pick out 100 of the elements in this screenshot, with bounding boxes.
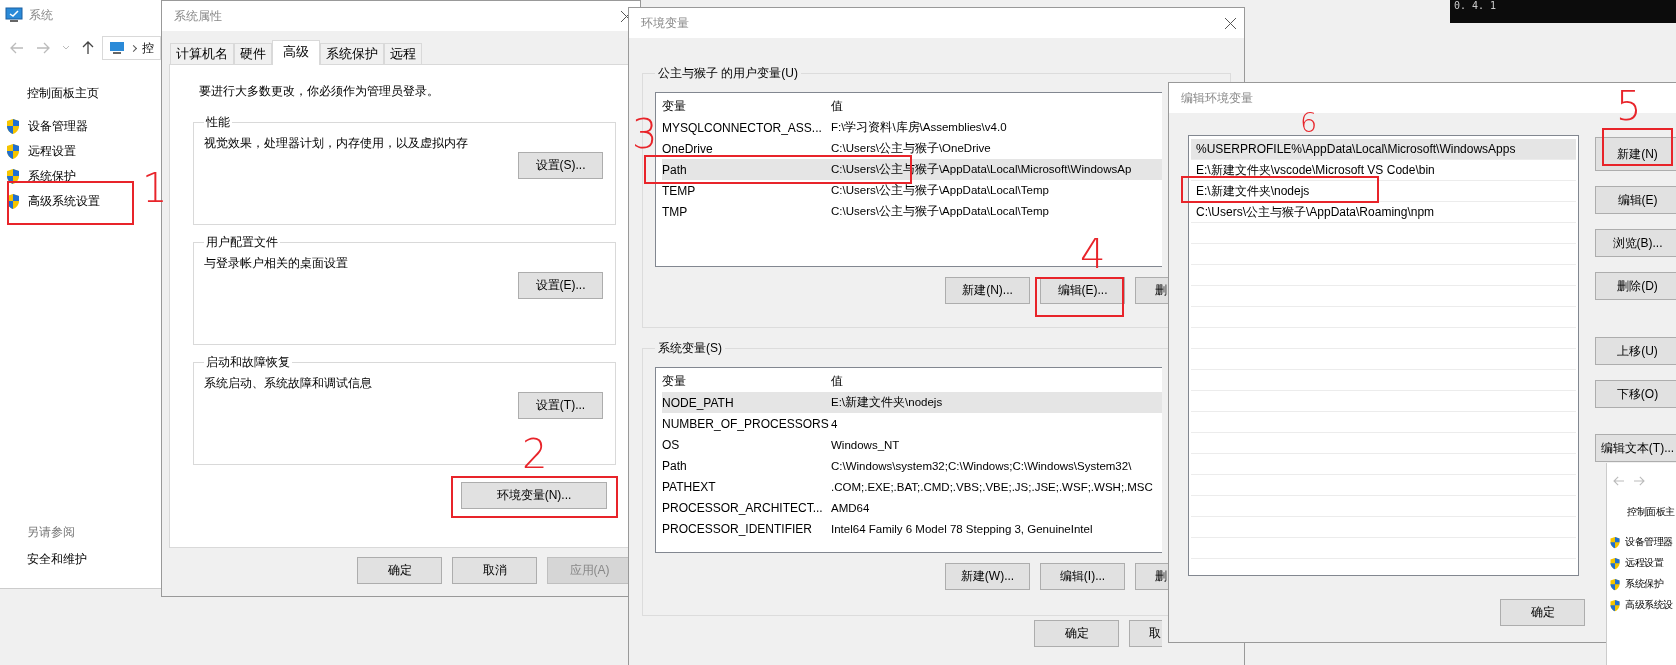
tab[interactable]: 硬件: [234, 43, 272, 64]
section-heading: 另请参阅: [27, 524, 75, 541]
settings-button[interactable]: 设置(E)...: [518, 272, 603, 299]
list-button[interactable]: 新建(N)...: [945, 277, 1030, 304]
variable-value: C:\Users\公主与猴子\AppData\Local\Temp: [831, 204, 1049, 219]
list-row[interactable]: Path C:\Windows\system32;C:\Windows;C:\Windows\System32\: [662, 455, 1162, 476]
back-arrow-icon: [1613, 476, 1625, 486]
shield-icon: [1609, 577, 1621, 591]
action-button[interactable]: 上移(U): [1595, 337, 1676, 365]
list-row[interactable]: E:\新建文件夹\nodejs: [1191, 181, 1576, 202]
variable-value: Windows_NT: [831, 438, 900, 451]
group-description: 系统启动、系统故障和调试信息: [204, 375, 372, 392]
variable-value: C:\Users\公主与猴子\OneDrive: [831, 141, 991, 156]
terminal-text: 0. 4. 1: [1454, 0, 1497, 11]
action-button[interactable]: 删除(D): [1595, 272, 1676, 300]
variable-value: Intel64 Family 6 Model 78 Stepping 3, GenuineIntel: [831, 522, 1093, 535]
shield-icon: [5, 167, 21, 185]
environment-variables-button[interactable]: 环境变量(N)...: [461, 482, 607, 509]
variable-value: C:\Users\公主与猴子\AppData\Local\Temp: [831, 183, 1049, 198]
dialog-button[interactable]: 确定: [1500, 599, 1585, 626]
group-label: 性能: [205, 114, 231, 131]
up-arrow-icon[interactable]: [82, 41, 94, 55]
column-header: 变量: [662, 372, 687, 390]
settings-button[interactable]: 设置(T)...: [518, 392, 603, 419]
dialog-button[interactable]: 确定: [357, 557, 442, 584]
action-button[interactable]: 编辑文本(T)...: [1595, 434, 1676, 462]
list-row[interactable]: PATHEXT .COM;.EXE;.BAT;.CMD;.VBS;.VBE;.JS;.JSE;.WSF;.WSH;.MSC: [662, 476, 1162, 497]
settings-button[interactable]: 设置(S)...: [518, 152, 603, 179]
variable-value: F:\学习资料\库房\Assemblies\v4.0: [831, 120, 1007, 135]
monitor-icon: [109, 41, 125, 55]
variable-name: TMP: [662, 204, 689, 219]
group-label: 用户配置文件: [205, 234, 279, 251]
shield-icon: [5, 142, 21, 160]
step-number: 4: [1080, 238, 1106, 270]
variable-value: AMD64: [831, 501, 870, 514]
shield-icon: [1609, 556, 1621, 570]
tab[interactable]: 系统保护: [320, 43, 384, 64]
variable-name: TEMP: [662, 183, 697, 198]
action-button[interactable]: 编辑(E): [1595, 186, 1676, 214]
link[interactable]: 安全和维护: [27, 551, 87, 568]
list-row[interactable]: OS Windows_NT: [662, 434, 1162, 455]
variable-name: Path: [662, 458, 688, 473]
tab[interactable]: 计算机名: [170, 43, 234, 64]
home-link[interactable]: 控制面板主页: [27, 85, 99, 102]
dialog-button[interactable]: 确定: [1034, 620, 1119, 647]
list-row[interactable]: C:\Users\公主与猴子\AppData\Roaming\npm: [1191, 202, 1576, 223]
list-row[interactable]: MYSQLCONNECTOR_ASS... F:\学习资料\库房\Assemblies\v4.0: [662, 117, 1162, 138]
tab[interactable]: 高级: [272, 40, 320, 65]
list-row[interactable]: NODE_PATH E:\新建文件夹\nodejs: [662, 392, 1162, 413]
group-label: 公主与猴子 的用户变量(U): [657, 65, 799, 82]
column-header: 值: [831, 97, 843, 115]
notice-text: 要进行大多数更改，你必须作为管理员登录。: [199, 83, 439, 100]
list-row[interactable]: OneDrive C:\Users\公主与猴子\OneDrive: [662, 138, 1162, 159]
action-button[interactable]: 新建(N): [1595, 137, 1676, 171]
list-button[interactable]: 删: [1135, 277, 1168, 304]
action-button[interactable]: 下移(O): [1595, 380, 1676, 408]
list-row[interactable]: TMP C:\Users\公主与猴子\AppData\Local\Temp: [662, 201, 1162, 222]
window-title: 环境变量: [641, 14, 689, 32]
shield-icon: [1609, 535, 1621, 549]
list-row[interactable]: PROCESSOR_ARCHITECT... AMD64: [662, 497, 1162, 518]
variable-name: NUMBER_OF_PROCESSORS: [662, 416, 830, 431]
task-link[interactable]: 设备管理器: [28, 117, 88, 135]
dialog-button[interactable]: 取: [1129, 620, 1162, 647]
window-title: 系统属性: [174, 7, 222, 25]
list-row[interactable]: TEMP C:\Users\公主与猴子\AppData\Local\Temp: [662, 180, 1162, 201]
step-number: 3: [632, 118, 658, 150]
address-bar[interactable]: 控: [102, 36, 161, 60]
shield-icon: [1609, 598, 1621, 612]
column-header: 值: [831, 372, 843, 390]
list-button[interactable]: 编辑(I)...: [1040, 563, 1125, 590]
variable-name: PATHEXT: [662, 479, 717, 494]
forward-arrow-icon: [1633, 476, 1645, 486]
window-title: 编辑环境变量: [1181, 89, 1253, 107]
dialog-button[interactable]: 取消: [452, 557, 537, 584]
task-link[interactable]: 高级系统设置: [28, 192, 100, 210]
shield-icon: [5, 117, 21, 135]
variable-name: Path: [662, 162, 688, 177]
variable-name: NODE_PATH: [662, 395, 735, 410]
list-button[interactable]: 删: [1135, 563, 1168, 590]
list-row[interactable]: NUMBER_OF_PROCESSORS 4: [662, 413, 1162, 434]
task-link[interactable]: 远程设置: [28, 142, 76, 160]
list-row[interactable]: PROCESSOR_IDENTIFIER Intel64 Family 6 Model 78 Stepping 3, GenuineIntel: [662, 518, 1162, 539]
action-button[interactable]: 浏览(B)...: [1595, 229, 1676, 257]
list-button[interactable]: 编辑(E)...: [1040, 277, 1125, 304]
variable-name: OneDrive: [662, 141, 714, 156]
breadcrumb[interactable]: 控: [142, 39, 154, 57]
task-link[interactable]: 系统保护: [28, 167, 76, 185]
variable-value: E:\新建文件夹\nodejs: [831, 395, 943, 410]
group-label: 启动和故障恢复: [205, 354, 291, 371]
highlight-frame: [1602, 128, 1673, 166]
tab[interactable]: 远程: [384, 43, 422, 64]
variable-name: MYSQLCONNECTOR_ASS...: [662, 120, 823, 135]
close-icon[interactable]: [1225, 18, 1236, 29]
list-row[interactable]: E:\新建文件夹\vscode\Microsoft VS Code\bin: [1191, 160, 1576, 181]
monitor-icon: [5, 7, 23, 23]
variable-name: PROCESSOR_IDENTIFIER: [662, 521, 814, 536]
list-button[interactable]: 新建(W)...: [945, 563, 1030, 590]
list-row[interactable]: %USERPROFILE%\AppData\Local\Microsoft\WindowsApps: [1191, 139, 1576, 160]
column-header: 变量: [662, 97, 687, 115]
variable-name: OS: [662, 437, 681, 452]
